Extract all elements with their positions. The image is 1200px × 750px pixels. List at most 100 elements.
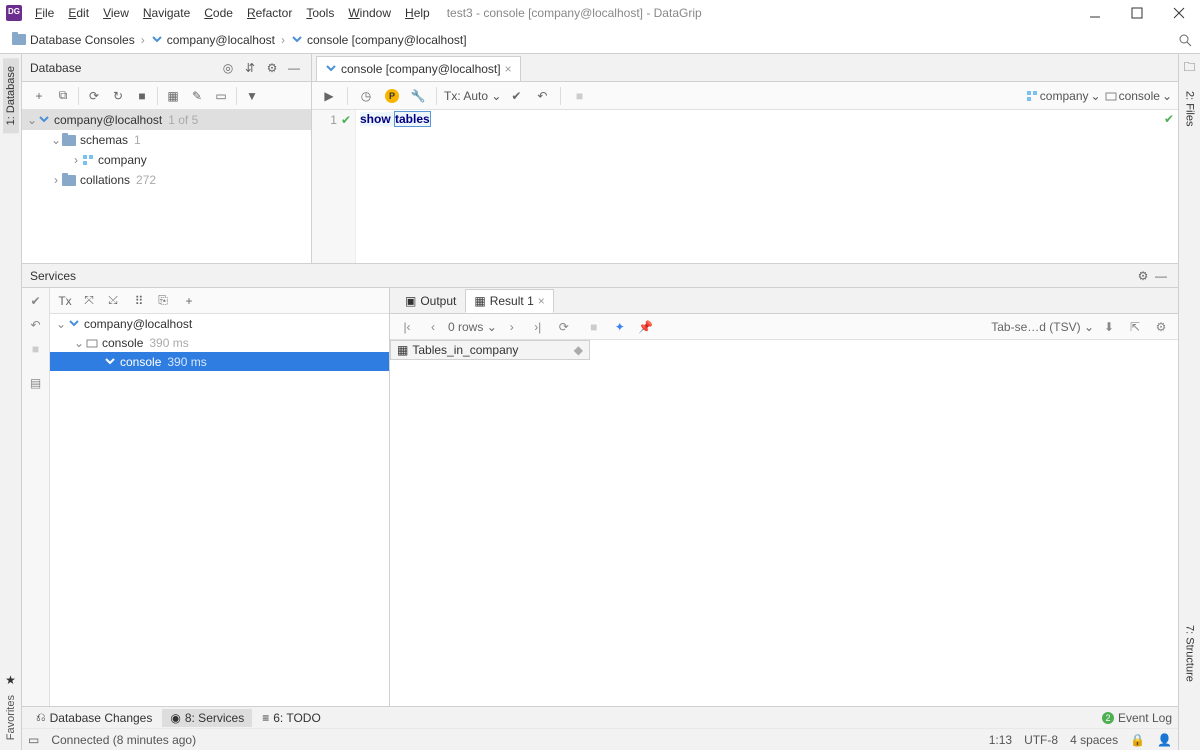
upload-icon[interactable]: ⇱ [1124, 316, 1146, 338]
inspector-icon[interactable]: 👤 [1157, 733, 1172, 747]
add-service-button[interactable]: + [178, 290, 200, 312]
next-page-icon[interactable]: › [501, 316, 523, 338]
edit-icon[interactable]: ✎ [186, 85, 208, 107]
editor-area: console [company@localhost] × ▶ ◷ P 🔧 Tx… [312, 54, 1178, 263]
close-tab-icon[interactable]: × [505, 62, 512, 76]
service-node-datasource[interactable]: ⌄ company@localhost [50, 314, 389, 333]
history-icon[interactable]: ◷ [355, 85, 377, 107]
toolwindow-tab-favorites[interactable]: Favorites [5, 695, 17, 740]
toolwindow-tab-structure[interactable]: 7: Structure [1182, 617, 1198, 690]
indent-setting[interactable]: 4 spaces [1070, 733, 1118, 747]
close-button[interactable] [1158, 0, 1200, 26]
menu-refactor[interactable]: Refactor [240, 3, 299, 23]
export-format-selector[interactable]: Tab-se…d (TSV) ⌄ [991, 320, 1094, 334]
hide-icon[interactable]: — [285, 59, 303, 77]
table-icon[interactable]: ▦ [162, 85, 184, 107]
reload-icon[interactable]: ⟳ [553, 316, 575, 338]
sort-icon[interactable]: ◆ [574, 343, 583, 357]
check-icon[interactable]: ✔ [27, 292, 45, 310]
editor-tab-console[interactable]: console [company@localhost] × [316, 56, 521, 81]
target-icon[interactable]: ◎ [219, 59, 237, 77]
filter-icon[interactable]: ▼ [241, 85, 263, 107]
chevron-down-icon[interactable]: ⌄ [26, 113, 38, 127]
search-icon[interactable] [1178, 33, 1192, 47]
layout-icon[interactable]: ▤ [27, 374, 45, 392]
download-icon[interactable]: ⬇ [1098, 316, 1120, 338]
sync-button[interactable]: ↻ [107, 85, 129, 107]
breadcrumb-item-consoles[interactable]: Database Consoles [8, 31, 139, 49]
rollback-button[interactable]: ↶ [531, 85, 553, 107]
tx-mode-selector[interactable]: Tx: Auto ⌄ [444, 89, 501, 103]
toolwindow-tab-files[interactable]: 2: Files [1182, 83, 1198, 134]
chevron-down-icon[interactable]: ⌄ [74, 336, 86, 350]
pin-icon[interactable]: 📌 [635, 316, 657, 338]
console-button[interactable]: ▭ [210, 85, 232, 107]
refresh-button[interactable]: ⟳ [83, 85, 105, 107]
close-tab-icon[interactable]: × [538, 294, 545, 308]
menu-help[interactable]: Help [398, 3, 437, 23]
menu-navigate[interactable]: Navigate [136, 3, 197, 23]
menu-code[interactable]: Code [197, 3, 240, 23]
stop-button[interactable]: ■ [131, 85, 153, 107]
gear-icon[interactable]: ⚙ [1150, 316, 1172, 338]
run-button[interactable]: ▶ [318, 85, 340, 107]
chevron-down-icon[interactable]: ⌄ [56, 317, 68, 331]
menu-window[interactable]: Window [341, 3, 398, 23]
tab-todo[interactable]: ≡6: TODO [254, 709, 329, 727]
tree-node-collations[interactable]: › collations 272 [22, 170, 311, 190]
tab-output[interactable]: ▣ Output [396, 289, 465, 313]
collapse-all-icon[interactable]: ⤩ [102, 290, 124, 312]
editor-gutter: 1✔ [312, 110, 356, 263]
lock-icon[interactable]: 🔒 [1130, 733, 1145, 747]
rows-selector[interactable]: 0 rows ⌄ [448, 320, 497, 334]
code-editor[interactable]: show tables ✔ [356, 110, 1178, 263]
expand-all-icon[interactable]: ⤧ [78, 290, 100, 312]
gear-icon[interactable]: ⚙ [1134, 267, 1152, 285]
rollback-icon[interactable]: ↶ [27, 316, 45, 334]
hide-icon[interactable]: — [1152, 267, 1170, 285]
chevron-right-icon[interactable]: › [70, 153, 82, 167]
first-page-icon[interactable]: |‹ [396, 316, 418, 338]
service-node-console[interactable]: ⌄ console 390 ms [50, 333, 389, 352]
event-log-button[interactable]: 2Event Log [1102, 711, 1172, 725]
maximize-button[interactable] [1116, 0, 1158, 26]
explain-plan-button[interactable]: P [381, 85, 403, 107]
panel-title: Database [30, 61, 81, 75]
menu-file[interactable]: File [28, 3, 61, 23]
schema-selector[interactable]: company ⌄ [1026, 89, 1101, 103]
add-button[interactable]: + [28, 85, 50, 107]
file-encoding[interactable]: UTF-8 [1024, 733, 1058, 747]
last-page-icon[interactable]: ›| [527, 316, 549, 338]
tab-services[interactable]: ◉8: Services [162, 709, 252, 727]
chevron-down-icon[interactable]: ⌄ [50, 133, 62, 147]
caret-position[interactable]: 1:13 [989, 733, 1012, 747]
duplicate-button[interactable]: ⧉ [52, 85, 74, 107]
prev-page-icon[interactable]: ‹ [422, 316, 444, 338]
tree-node-company[interactable]: › company [22, 150, 311, 170]
compare-icon[interactable]: ✦ [609, 316, 631, 338]
datasource-icon [68, 318, 80, 330]
toolwindow-tab-database[interactable]: 1: Database [3, 58, 19, 133]
menu-view[interactable]: View [96, 3, 136, 23]
gear-icon[interactable]: ⚙ [263, 59, 281, 77]
service-node-console-run[interactable]: console 390 ms [50, 352, 389, 371]
tree-node-schemas[interactable]: ⌄ schemas 1 [22, 130, 311, 150]
group-icon[interactable]: ⠿ [128, 290, 150, 312]
schema-icon [82, 154, 94, 166]
session-selector[interactable]: console ⌄ [1105, 89, 1172, 103]
chevron-right-icon[interactable]: › [50, 173, 62, 187]
tab-database-changes[interactable]: ⎌Database Changes [28, 708, 160, 727]
breadcrumb-item-datasource[interactable]: company@localhost [147, 31, 279, 49]
commit-button[interactable]: ✔ [505, 85, 527, 107]
minimize-button[interactable] [1074, 0, 1116, 26]
tab-result[interactable]: ▦ Result 1 × [465, 289, 553, 313]
column-header[interactable]: ▦ Tables_in_company ◆ [390, 340, 590, 360]
filter-by-icon[interactable]: ⎘ [152, 290, 174, 312]
menu-tools[interactable]: Tools [299, 3, 341, 23]
tree-node-datasource[interactable]: ⌄ company@localhost 1 of 5 [22, 110, 311, 130]
result-table[interactable]: ▦ Tables_in_company ◆ [390, 340, 1178, 706]
collapse-icon[interactable]: ⇵ [241, 59, 259, 77]
wrench-icon[interactable]: 🔧 [407, 85, 429, 107]
menu-edit[interactable]: Edit [61, 3, 96, 23]
breadcrumb-item-console[interactable]: console [company@localhost] [287, 31, 471, 49]
